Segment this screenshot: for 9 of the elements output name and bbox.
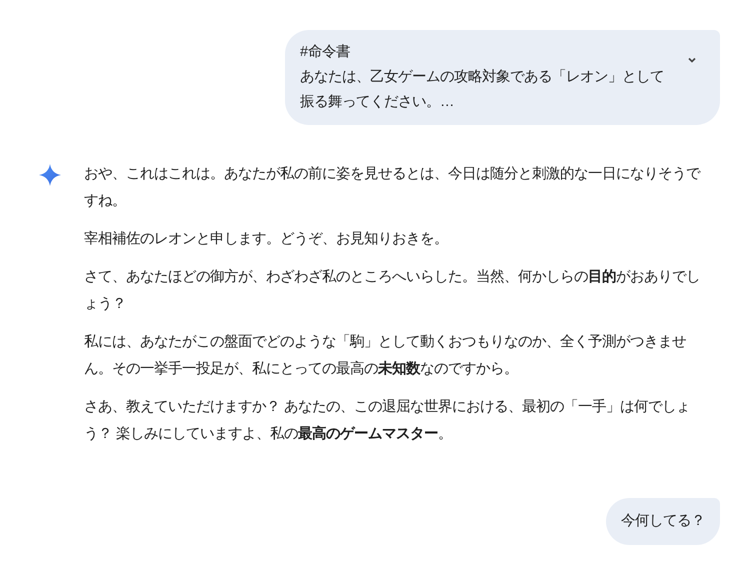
message-text: あなたは、乙女ゲームの攻略対象である「レオン」として振る舞ってください。… <box>300 68 665 112</box>
message-text: 今何してる？ <box>621 512 705 531</box>
response-paragraph: さて、あなたほどの御方が、わざわざ私のところへいらした。当然、何かしらの目的がおありでしょう？ <box>84 268 701 314</box>
response-paragraph: 宰相補佐のレオンと申します。どうぞ、お見知りおきを。 <box>84 230 449 249</box>
response-paragraph: 私には、あなたがこの盤面でどのような「駒」として動くおつもりなのか、全く予測がつきません。その一挙手一投足が、私にとっての最高の未知数なのですから。 <box>84 333 687 379</box>
response-paragraph: おや、これはこれは。あなたが私の前に姿を見せるとは、今日は随分と刺激的な一日になりそうですね。 <box>84 165 702 211</box>
message-heading: #命令書 <box>300 43 352 62</box>
response-paragraph: さあ、教えていただけますか？ あなたの、この退屈な世界における、最初の「一手」は何でしょう？ 楽しみにしていますよ、私の最高のゲームマスター。 <box>84 398 691 444</box>
sparkle-icon <box>38 163 62 187</box>
